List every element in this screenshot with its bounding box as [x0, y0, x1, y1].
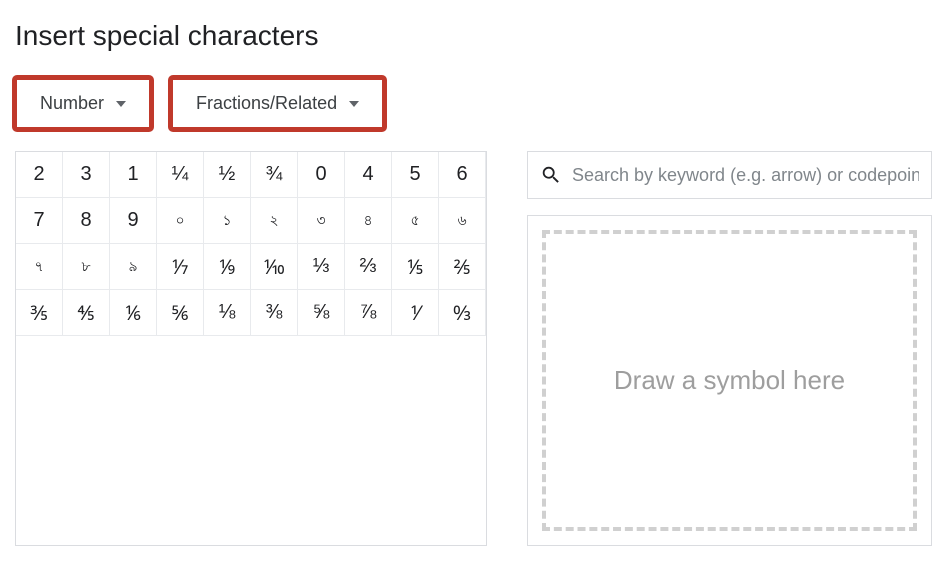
character-cell[interactable]: ২ [251, 198, 298, 244]
character-cell[interactable]: ⅑ [204, 244, 251, 290]
character-cell[interactable]: 1 [110, 152, 157, 198]
character-cell[interactable]: ৩ [298, 198, 345, 244]
character-cell[interactable]: ৫ [392, 198, 439, 244]
subcategory-dropdown[interactable]: Fractions/Related [171, 78, 384, 129]
character-cell[interactable]: ⅛ [204, 290, 251, 336]
character-cell[interactable]: 9 [110, 198, 157, 244]
character-cell[interactable]: 0 [298, 152, 345, 198]
main-content-row: 231¼½¾0456 789০১২৩৪৫৬ ৭৮৯⅐⅑⅒⅓⅔⅕⅖ ⅗⅘⅙⅚⅛⅜⅝⅞⅟↉… [15, 151, 932, 546]
character-cell[interactable]: ৬ [439, 198, 486, 244]
character-cell[interactable]: ⅟ [392, 290, 439, 336]
character-cell[interactable]: 6 [439, 152, 486, 198]
character-cell[interactable]: ৭ [16, 244, 63, 290]
chevron-down-icon [116, 101, 126, 107]
character-cell[interactable]: ⅚ [157, 290, 204, 336]
character-cell[interactable]: ৯ [110, 244, 157, 290]
character-cell[interactable]: ½ [204, 152, 251, 198]
draw-panel: Draw a symbol here [527, 215, 932, 546]
search-box[interactable] [527, 151, 932, 199]
character-grid-container: 231¼½¾0456 789০১২৩৪৫৬ ৭৮৯⅐⅑⅒⅓⅔⅕⅖ ⅗⅘⅙⅚⅛⅜⅝⅞⅟↉ [15, 151, 487, 546]
character-cell[interactable]: ⅕ [392, 244, 439, 290]
character-cell[interactable]: ⅗ [16, 290, 63, 336]
character-cell[interactable]: 7 [16, 198, 63, 244]
character-cell[interactable]: 4 [345, 152, 392, 198]
character-cell[interactable]: ↉ [439, 290, 486, 336]
search-input[interactable] [572, 165, 919, 186]
character-cell[interactable]: ১ [204, 198, 251, 244]
character-cell[interactable]: ⅙ [110, 290, 157, 336]
character-cell[interactable]: ৪ [345, 198, 392, 244]
character-cell[interactable]: ⅐ [157, 244, 204, 290]
subcategory-dropdown-label: Fractions/Related [196, 93, 337, 114]
character-grid: 231¼½¾0456 789০১২৩৪৫৬ ৭৮৯⅐⅑⅒⅓⅔⅕⅖ ⅗⅘⅙⅚⅛⅜⅝⅞⅟↉ [16, 152, 486, 336]
character-cell[interactable]: ⅔ [345, 244, 392, 290]
dialog-title: Insert special characters [15, 20, 932, 52]
character-cell[interactable]: ⅒ [251, 244, 298, 290]
character-cell[interactable]: ⅜ [251, 290, 298, 336]
character-cell[interactable]: ⅓ [298, 244, 345, 290]
character-cell[interactable]: ⅝ [298, 290, 345, 336]
right-column: Draw a symbol here [527, 151, 932, 546]
dropdown-row: Number Fractions/Related [15, 78, 932, 129]
character-cell[interactable]: ¾ [251, 152, 298, 198]
character-cell[interactable]: ০ [157, 198, 204, 244]
chevron-down-icon [349, 101, 359, 107]
category-dropdown[interactable]: Number [15, 78, 151, 129]
character-cell[interactable]: 2 [16, 152, 63, 198]
character-cell[interactable]: ৮ [63, 244, 110, 290]
character-cell[interactable]: ¼ [157, 152, 204, 198]
character-cell[interactable]: 3 [63, 152, 110, 198]
character-cell[interactable]: ⅞ [345, 290, 392, 336]
draw-area[interactable]: Draw a symbol here [542, 230, 917, 531]
draw-area-label: Draw a symbol here [614, 365, 845, 396]
character-cell[interactable]: 8 [63, 198, 110, 244]
character-cell[interactable]: ⅖ [439, 244, 486, 290]
character-cell[interactable]: ⅘ [63, 290, 110, 336]
search-icon [540, 164, 562, 186]
category-dropdown-label: Number [40, 93, 104, 114]
character-cell[interactable]: 5 [392, 152, 439, 198]
